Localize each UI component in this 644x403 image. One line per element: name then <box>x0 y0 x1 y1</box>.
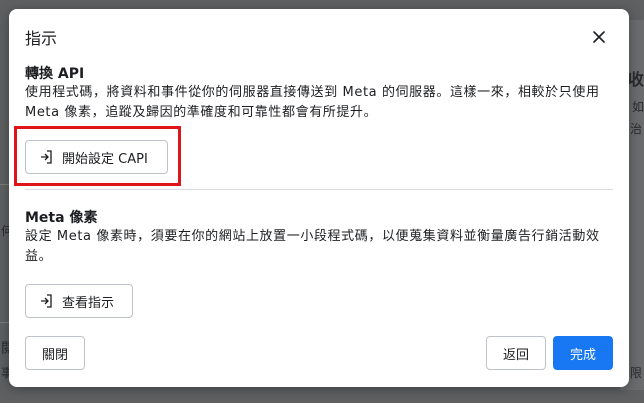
dialog-title: 指示 <box>25 29 58 48</box>
close-icon <box>593 31 605 43</box>
enter-icon <box>38 149 54 165</box>
done-label: 完成 <box>569 347 596 363</box>
background-text: 治 <box>630 122 643 136</box>
close-dialog-label: 關閉 <box>41 347 68 363</box>
setup-capi-button[interactable]: 開始設定 CAPI <box>25 140 168 174</box>
view-instructions-button[interactable]: 查看指示 <box>25 284 133 318</box>
section-divider <box>25 189 613 190</box>
back-label: 返回 <box>502 347 529 363</box>
instructions-dialog: 指示 轉換 API 使用程式碼，將資料和事件從你的伺服器直接傳送到 Meta 的… <box>9 9 629 387</box>
conversion-api-description: 使用程式碼，將資料和事件從你的伺服器直接傳送到 Meta 的伺服器。這樣一來，相… <box>25 85 600 120</box>
close-dialog-button[interactable]: 關閉 <box>25 336 85 370</box>
view-instructions-label: 查看指示 <box>62 295 115 311</box>
meta-pixel-description: 設定 Meta 像素時，須要在你的網站上放置一小段程式碼，以便蒐集資料並衡量廣告… <box>25 229 600 264</box>
background-text: 收 <box>628 70 644 89</box>
done-button[interactable]: 完成 <box>553 336 613 370</box>
background-text: 如 <box>632 100 644 114</box>
back-button[interactable]: 返回 <box>486 336 546 370</box>
conversion-api-title: 轉換 API <box>25 66 85 82</box>
setup-capi-label: 開始設定 CAPI <box>62 151 148 167</box>
enter-icon <box>38 293 54 309</box>
meta-pixel-title: Meta 像素 <box>25 210 98 226</box>
background-text: 限 <box>630 366 643 380</box>
close-button[interactable] <box>587 25 611 49</box>
